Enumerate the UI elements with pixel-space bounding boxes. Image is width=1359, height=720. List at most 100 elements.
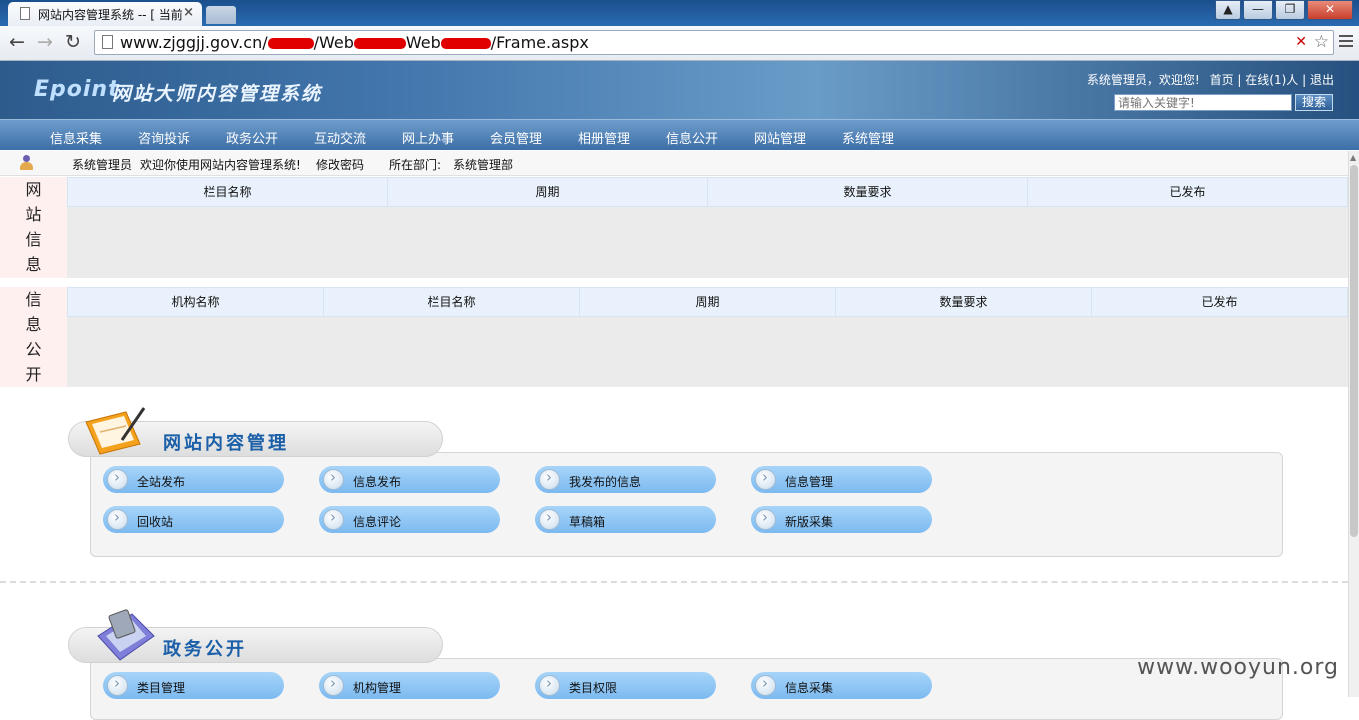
- window-controls: ▲ — ❐ ✕: [1213, 0, 1353, 20]
- category-mgmt-button[interactable]: 类目管理: [103, 672, 284, 699]
- user-bar: 系统管理员，欢迎您! 首页 | 在线(1)人 | 退出: [1087, 71, 1334, 88]
- website-info-header: 栏目名称 周期 数量要求 已发布: [67, 177, 1348, 207]
- arrow-circle-icon: [107, 508, 128, 530]
- arrow-circle-icon: [323, 508, 344, 530]
- website-info-panel: 网 站 信 息 栏目名称 周期 数量要求 已发布: [0, 177, 1348, 278]
- nav-item-online-service[interactable]: 网上办事: [402, 128, 454, 147]
- column-header: 数量要求: [836, 287, 1092, 317]
- nav-item-site-mgmt[interactable]: 网站管理: [754, 128, 806, 147]
- nav-item-interaction[interactable]: 互动交流: [314, 128, 366, 147]
- column-header: 已发布: [1028, 177, 1348, 207]
- section-divider: [0, 581, 1348, 583]
- dept-value: 系统管理部: [453, 158, 514, 172]
- column-header: 栏目名称: [67, 177, 388, 207]
- nav-item-system-mgmt[interactable]: 系统管理: [842, 128, 894, 147]
- system-name: 网站大师内容管理系统: [112, 83, 323, 105]
- logout-link[interactable]: 退出: [1310, 73, 1334, 87]
- arrow-circle-icon: [323, 674, 344, 696]
- new-collect-button[interactable]: 新版采集: [751, 506, 932, 533]
- device-icon: [97, 609, 155, 661]
- forward-icon[interactable]: →: [37, 31, 53, 53]
- column-header: 栏目名称: [324, 287, 580, 317]
- nav-item-info-public[interactable]: 信息公开: [666, 128, 718, 147]
- column-header: 已发布: [1092, 287, 1348, 317]
- search-button[interactable]: 搜索: [1295, 94, 1333, 111]
- browser-tabstrip: 网站内容管理系统 -- [ 当前 × ▲ — ❐ ✕: [0, 0, 1359, 26]
- address-bar[interactable]: www.zjggjj.gov.cn/ /Web Web/Frame.aspx ✕ ☆: [94, 30, 1334, 55]
- scroll-up-icon[interactable]: ▲: [1350, 153, 1356, 162]
- column-header: 机构名称: [67, 287, 324, 317]
- info-collect-button[interactable]: 信息采集: [751, 672, 932, 699]
- column-header: 周期: [388, 177, 708, 207]
- tab-close-icon[interactable]: ×: [183, 5, 194, 20]
- column-header: 数量要求: [708, 177, 1028, 207]
- arrow-circle-icon: [755, 674, 776, 696]
- info-comments-button[interactable]: 信息评论: [319, 506, 500, 533]
- close-window-button[interactable]: ✕: [1307, 0, 1353, 20]
- url-domain: www.zjggjj.gov.cn/: [120, 33, 268, 52]
- arrow-circle-icon: [755, 468, 776, 490]
- arrow-circle-icon: [539, 508, 560, 530]
- welcome-message: 欢迎你使用网站内容管理系统!: [140, 158, 301, 172]
- info-public-panel: 信 息 公 开 机构名称 栏目名称 周期 数量要求 已发布: [0, 287, 1348, 387]
- info-management-button[interactable]: 信息管理: [751, 466, 932, 493]
- reload-icon[interactable]: ↻: [65, 31, 81, 53]
- redaction-mark: [440, 38, 491, 49]
- new-tab-button[interactable]: [206, 6, 236, 24]
- arrow-circle-icon: [107, 674, 128, 696]
- page-icon: [102, 35, 113, 49]
- scrollbar-thumb[interactable]: [1350, 165, 1358, 537]
- back-icon[interactable]: ←: [9, 31, 25, 53]
- main-nav: 信息采集 咨询投诉 政务公开 互动交流 网上办事 会员管理 相册管理 信息公开 …: [0, 119, 1359, 150]
- home-link[interactable]: 首页: [1210, 73, 1234, 87]
- browser-menu-icon[interactable]: [1339, 35, 1353, 49]
- separator: |: [1302, 73, 1307, 87]
- bookmark-star-icon[interactable]: ☆: [1314, 32, 1329, 52]
- arrow-circle-icon: [323, 468, 344, 490]
- nav-item-members[interactable]: 会员管理: [490, 128, 542, 147]
- separator: |: [1237, 73, 1242, 87]
- org-mgmt-button[interactable]: 机构管理: [319, 672, 500, 699]
- category-permission-button[interactable]: 类目权限: [535, 672, 716, 699]
- dept-label: 所在部门:: [389, 158, 442, 172]
- column-header: 周期: [580, 287, 836, 317]
- redaction-mark: [353, 38, 406, 49]
- watermark: www.wooyun.org: [1137, 655, 1339, 680]
- nav-item-info-collect[interactable]: 信息采集: [50, 128, 102, 147]
- my-published-button[interactable]: 我发布的信息: [535, 466, 716, 493]
- online-users-link[interactable]: 在线(1)人: [1245, 73, 1298, 87]
- browser-toolbar: ← → ↻ www.zjggjj.gov.cn/ /Web Web/Frame.as…: [0, 26, 1359, 61]
- url-text: www.zjggjj.gov.cn/ /Web Web/Frame.aspx: [120, 33, 589, 52]
- arrow-circle-icon: [539, 674, 560, 696]
- website-info-side-label: 网 站 信 息: [0, 177, 67, 278]
- keyword-search-input[interactable]: [1114, 94, 1292, 111]
- welcome-bar: 系统管理员 欢迎你使用网站内容管理系统! 修改密码 所在部门: 系统管理部: [0, 151, 1348, 176]
- url-segment: /Web: [313, 33, 354, 52]
- nav-item-consult[interactable]: 咨询投诉: [138, 128, 190, 147]
- publish-info-button[interactable]: 信息发布: [319, 466, 500, 493]
- browser-tab[interactable]: 网站内容管理系统 -- [ 当前 ×: [8, 2, 202, 26]
- app-header: Epoint 网站大师内容管理系统 系统管理员，欢迎您! 首页 | 在线(1)人…: [0, 61, 1359, 119]
- change-password-link[interactable]: 修改密码: [316, 156, 364, 173]
- tab-title: 网站内容管理系统 -- [ 当前: [38, 8, 183, 22]
- recycle-bin-button[interactable]: 回收站: [103, 506, 284, 533]
- user-icon[interactable]: ▲: [1215, 0, 1241, 20]
- maximize-button[interactable]: ❐: [1275, 0, 1305, 20]
- arrow-circle-icon: [755, 508, 776, 530]
- url-segment: /Frame.aspx: [490, 33, 589, 52]
- popup-blocked-icon[interactable]: ✕: [1295, 34, 1307, 50]
- page-icon: [20, 7, 30, 20]
- nav-item-albums[interactable]: 相册管理: [578, 128, 630, 147]
- url-segment: Web: [405, 33, 441, 52]
- user-icon: [20, 155, 33, 170]
- info-public-header: 机构名称 栏目名称 周期 数量要求 已发布: [67, 287, 1348, 317]
- minimize-button[interactable]: —: [1243, 0, 1273, 20]
- arrow-circle-icon: [539, 468, 560, 490]
- page-scrollbar[interactable]: ▲: [1348, 151, 1359, 697]
- publish-all-button[interactable]: 全站发布: [103, 466, 284, 493]
- welcome-user: 系统管理员: [72, 158, 133, 172]
- arrow-circle-icon: [107, 468, 128, 490]
- nav-item-gov-public[interactable]: 政务公开: [226, 128, 278, 147]
- drafts-button[interactable]: 草稿箱: [535, 506, 716, 533]
- epoint-logo: Epoint: [34, 77, 120, 102]
